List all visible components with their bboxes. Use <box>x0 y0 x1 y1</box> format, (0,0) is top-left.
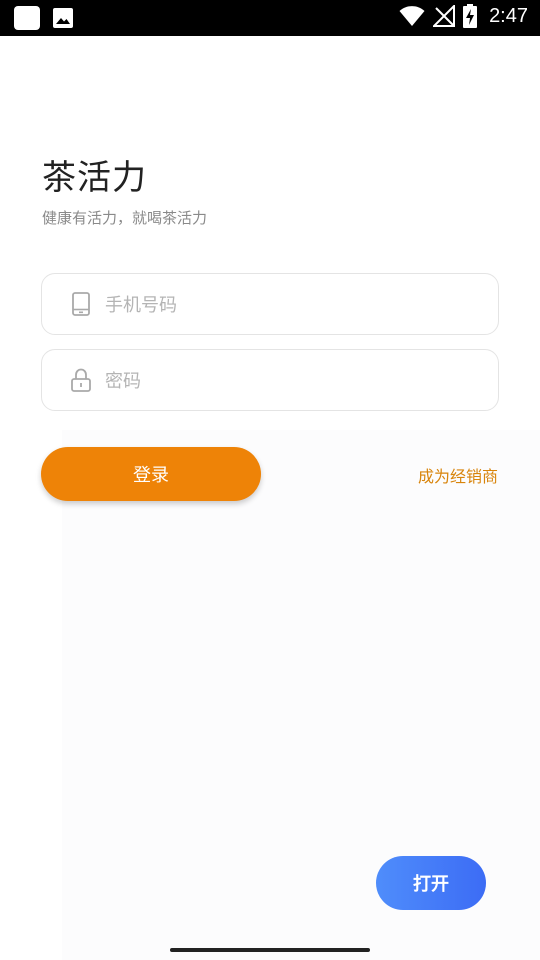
phone-placeholder: 手机号码 <box>105 295 177 316</box>
no-signal-icon <box>433 5 456 27</box>
open-button[interactable]: 打开 <box>376 856 486 910</box>
app-title: 茶活力 <box>42 158 147 198</box>
become-dealer-link[interactable]: 成为经销商 <box>418 463 498 487</box>
wifi-icon <box>399 6 425 26</box>
app-subtitle: 健康有活力，就喝茶活力 <box>42 209 208 227</box>
status-time: 2:47 <box>489 4 528 27</box>
login-button[interactable]: 登录 <box>41 447 261 501</box>
lock-icon <box>69 368 93 392</box>
image-notification-icon <box>53 8 73 28</box>
login-screen: 2:47 茶活力 健康有活力，就喝茶活力 手机号码 密码 登录 成为经销商 打开 <box>0 0 540 960</box>
password-placeholder: 密码 <box>105 371 141 392</box>
home-indicator[interactable] <box>170 948 370 952</box>
phone-icon <box>69 292 93 316</box>
battery-charging-icon <box>463 4 478 28</box>
password-field[interactable]: 密码 <box>41 349 499 411</box>
phone-field[interactable]: 手机号码 <box>41 273 499 335</box>
status-bar: 2:47 <box>0 0 540 36</box>
square-notification-icon <box>14 6 40 30</box>
